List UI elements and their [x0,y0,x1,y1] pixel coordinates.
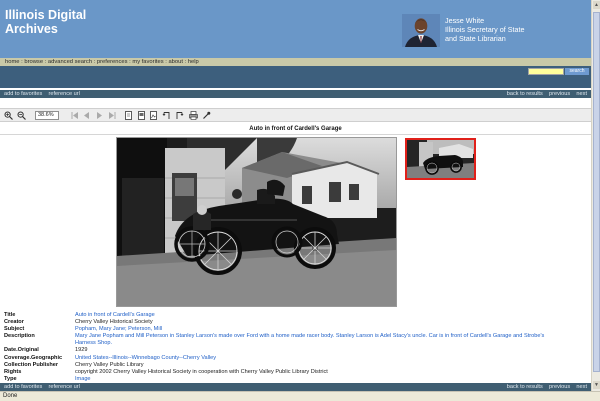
metadata-row-rights: Rights copyright 2002 Cherry Valley Hist… [4,369,589,376]
site-header: Illinois Digital Archives Jesse White Il… [0,0,591,58]
viewer-toolbar: 38.6% [0,108,591,122]
zoom-level-input[interactable]: 38.6% [35,111,59,120]
metadata-value-creator: Cherry Valley Historical Society [75,319,153,326]
action-bar-bottom: add to favorites reference url back to r… [0,383,591,391]
metadata-row-coverage: Coverage.Geographic United States--Illin… [4,355,589,362]
official-info: Jesse White Illinois Secretary of State … [445,16,525,43]
metadata-row-publisher: Collection Publisher Cherry Valley Publi… [4,362,589,369]
metadata-row-subject: Subject Popham, Mary Jane; Peterson, Mil… [4,326,589,333]
add-to-favorites-link[interactable]: add to favorites [4,91,42,97]
back-to-results-link[interactable]: back to results [507,91,543,97]
nav-preferences[interactable]: preferences [97,59,128,65]
nav-about[interactable]: about [168,59,183,65]
main-nav: home : browse : advanced search : prefer… [0,58,591,66]
metadata-row-description-cont: Harness Shop. [4,340,589,347]
metadata-row-creator: Creator Cherry Valley Historical Society [4,319,589,326]
metadata-row-type: Type Image [4,376,589,383]
metadata-row-date: Date.Original 1929 [4,347,589,354]
search-bar [0,66,591,88]
metadata-label: Subject [4,326,25,333]
nav-my-favorites[interactable]: my favorites [132,59,163,65]
last-page-icon[interactable] [108,111,117,120]
metadata-value-coverage[interactable]: United States--Illinois--Winnebago Count… [75,355,589,362]
reference-url-link[interactable]: reference url [48,384,79,390]
nav-help[interactable]: help [188,59,199,65]
metadata-value-description-cont[interactable]: Harness Shop. [75,340,589,347]
scroll-down-icon[interactable]: ▼ [593,381,600,389]
official-name: Jesse White [445,16,485,25]
rotate-left-icon[interactable] [162,111,171,120]
metadata-label: Date.Original [4,347,39,354]
metadata-label: Coverage.Geographic [4,354,63,361]
next-page-icon[interactable] [95,111,104,120]
metadata-value-publisher: Cherry Valley Public Library [75,361,144,368]
add-to-favorites-link[interactable]: add to favorites [4,384,42,390]
print-icon[interactable] [189,111,198,120]
photo-thumbnail[interactable] [405,138,476,180]
zoom-in-icon[interactable] [4,111,13,120]
nav-browse[interactable]: browse [24,59,43,65]
metadata-value-type[interactable]: Image [75,376,589,383]
next-link[interactable]: next [576,384,587,390]
action-bar-top: add to favorites reference url back to r… [0,90,591,98]
search-input[interactable] [528,68,564,75]
reference-url-link[interactable]: reference url [48,91,79,97]
metadata-label: Description [4,333,35,340]
metadata-label [4,340,75,347]
metadata-label: Rights [4,368,22,375]
metadata-value-date: 1929 [75,347,88,354]
tools-icon[interactable] [202,111,211,120]
metadata-value-subject[interactable]: Popham, Mary Jane; Peterson, Mill [75,326,589,333]
metadata-value-title[interactable]: Auto in front of Cardell's Garage [75,312,589,319]
back-to-results-link[interactable]: back to results [507,384,543,390]
metadata-label: Type [4,375,17,382]
search-button[interactable]: search [565,68,589,75]
browser-window: Illinois Digital Archives Jesse White Il… [0,0,600,401]
official-title-1: Illinois Secretary of State [445,25,525,34]
official-title-2: and State Librarian [445,34,506,43]
fit-page-icon[interactable] [124,111,133,120]
page-viewport: Illinois Digital Archives Jesse White Il… [0,0,591,391]
metadata-label: Title [4,312,16,318]
divider [0,134,591,135]
metadata-value-description[interactable]: Mary Jane Popham and Mill Peterson in St… [75,333,589,340]
zoom-out-icon[interactable] [17,111,26,120]
metadata-label: Creator [4,319,24,326]
metadata-value-rights: copyright 2002 Cherry Valley Historical … [75,368,328,375]
next-link[interactable]: next [576,91,587,97]
first-page-icon[interactable] [70,111,79,120]
vertical-scrollbar[interactable]: ▲ ▼ [591,0,600,391]
previous-link[interactable]: previous [549,91,570,97]
previous-link[interactable]: previous [549,384,570,390]
official-portrait [402,14,440,47]
prev-page-icon[interactable] [82,111,91,120]
fit-width-icon[interactable] [137,111,146,120]
metadata-row-title: Title Auto in front of Cardell's Garage [4,312,589,319]
rotate-right-icon[interactable] [175,111,184,120]
main-photo[interactable] [116,137,397,307]
metadata-table: Title Auto in front of Cardell's Garage … [4,312,589,383]
nav-advanced-search[interactable]: advanced search [48,59,92,65]
metadata-row-description: Description Mary Jane Popham and Mill Pe… [4,333,589,340]
status-text: Done [3,393,18,399]
fit-window-icon[interactable] [149,111,158,120]
scrollbar-thumb[interactable] [593,12,600,372]
metadata-label: Collection Publisher [4,361,59,368]
site-title[interactable]: Illinois Digital Archives [5,8,115,36]
scroll-up-icon[interactable]: ▲ [593,1,600,9]
document-title: Auto in front of Cardell's Garage [249,126,342,132]
nav-home[interactable]: home [5,59,20,65]
browser-status-bar: Done [0,391,600,401]
